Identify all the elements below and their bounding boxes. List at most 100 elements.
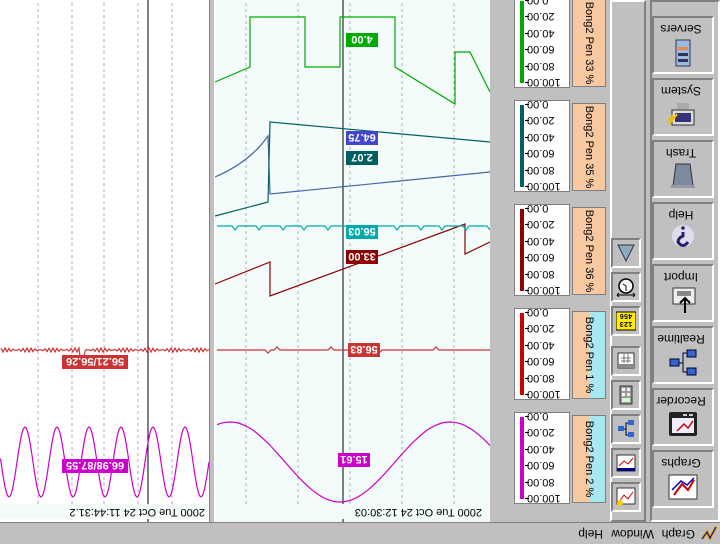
graph-window-icon [616,454,636,472]
trash-icon [671,163,695,188]
scale-tick-mark [525,377,529,379]
pen-scale: 100.00 80.00 60.00 40.00 20.00 0.00 [514,202,570,296]
launcher-system-button[interactable]: System [652,78,714,136]
scale-tick-mark [525,104,529,105]
scale-tick-label: 100.00 [527,388,561,400]
pen-name-label[interactable]: Bong2 Pen 35 % [572,103,606,191]
scale-tick-mark [525,49,529,51]
scale-tick-mark [525,136,529,138]
scale-tick-mark [525,273,529,275]
scale-tick-label: 20.00 [527,322,555,335]
menu-window[interactable]: Window [611,527,654,541]
menu-graph[interactable]: Graph [662,527,695,541]
scale-tick-label: 40.00 [527,442,555,455]
value-label-text: 56.03 [348,225,376,237]
trend-chart[interactable]: 15.61 56.83 33.00 56.03 2.07 64.75 4.00 66.98/8… [0,0,490,522]
pen-name: Bong2 Pen 1 % [583,316,595,394]
scale-tick-label: 20.00 [527,114,555,127]
launcher-label: System [661,84,702,98]
scale-tick-mark [525,394,529,395]
scale-tick-mark [525,240,529,242]
pen-name-label[interactable]: Bong2 Pen 2 % [572,415,606,503]
scale-tick-mark [525,416,529,417]
trend-chart-area[interactable]: 15.61 56.83 33.00 56.03 2.07 64.75 4.00 66.98/8… [0,0,490,522]
scale-tick-mark [525,186,529,187]
pen-card[interactable]: Bong2 Pen 1 % 100.00 80.00 60.00 40.00 20.00 0… [512,306,607,400]
value-label-text: 56.83 [350,343,378,355]
pen-card[interactable]: Bong2 Pen 2 % 100.00 80.00 60.00 40.00 20.00 0… [512,410,607,504]
scale-tick-mark [525,465,529,467]
launcher-label: Recorder [656,394,706,408]
scale-tick-label: 80.00 [527,163,555,176]
value-label-text: 64.75 [348,131,376,143]
scale-tick-label: 80.00 [527,59,555,72]
launcher-realtime-button[interactable]: Realtime [652,326,714,384]
pen-scale-area: Bong2 Pen 2 % 100.00 80.00 60.00 40.00 20.00 0… [490,0,608,522]
launcher-label: Realtime [657,332,705,346]
cone-icon [617,244,635,263]
scale-tick-mark [525,16,529,18]
scale-tick-mark [525,448,529,450]
tool-new-graph-button[interactable] [611,482,641,512]
tool-timespan-button[interactable] [611,272,641,302]
tool-cone-button[interactable] [611,238,641,268]
pen-scale: 100.00 80.00 60.00 40.00 20.00 0.00 [514,306,570,400]
value-label-text: 2.07 [351,151,372,163]
launcher-label: Graphs [661,456,701,470]
scale-tick-mark [525,481,529,483]
scale-tick-mark [525,120,529,122]
scale-tick-label: 100.00 [527,76,561,88]
menu-help[interactable]: Help [578,527,603,541]
pen-card[interactable]: Bong2 Pen 35 % 100.00 80.00 60.00 40.00 20.00… [512,98,607,192]
trend-app-icon[interactable] [700,524,718,542]
tool-graph-window-button[interactable] [611,448,641,478]
scale-tick-label: 80.00 [527,371,555,384]
launcher-graphs-button[interactable]: Graphs [652,450,714,508]
server-icon [675,39,691,67]
scale-tick-label: 100.00 [527,180,561,192]
value-label-text: 56.21/56.26 [66,355,124,367]
scale-tick-mark [525,32,529,34]
launcher-help-button[interactable]: Help [652,202,714,260]
launcher-trash-button[interactable]: Trash [652,140,714,198]
network-nodes-icon [669,349,697,376]
tool-calculator-button[interactable] [611,380,641,410]
launcher-servers-button[interactable]: Servers [652,16,714,74]
pen-name-label[interactable]: Bong2 Pen 33 % [572,0,606,87]
pen-color-bar [520,105,524,187]
launcher-panel: Graphs Recorder Realtime Import Help Trash Sys… [650,0,720,522]
scale-tick-label: 20.00 [527,10,555,23]
scale-tick-label: 100.00 [527,492,561,504]
scale-tick-label: 80.00 [527,267,555,280]
value-label-text: 66.98/87.55 [66,459,124,471]
launcher-recorder-button[interactable]: Recorder [652,388,714,446]
scale-tick-mark [525,257,529,259]
scale-tick-label: 20.00 [527,218,555,231]
tool-digital-display-button[interactable]: 123 456 [611,306,641,336]
launcher-import-button[interactable]: Import [652,264,714,322]
scale-tick-mark [525,82,529,83]
flipped-window: Graph Window Help Graphs Recorder Realtime… [0,0,720,544]
pen-color-bar [520,1,524,83]
pen-name-label[interactable]: Bong2 Pen 36 % [572,207,606,295]
digital-display-icon: 123456 [616,311,636,331]
scale-tick-mark [525,169,529,171]
scale-tick-mark [525,498,529,499]
pen-card[interactable]: Bong2 Pen 33 % 100.00 80.00 60.00 40.00 20.00… [512,0,607,88]
scale-tick-label: 0.00 [527,202,549,214]
system-icon [668,103,695,126]
chart-splitter[interactable] [209,0,215,522]
tool-calendar-button[interactable] [611,346,641,376]
pen-card[interactable]: Bong2 Pen 36 % 100.00 80.00 60.00 40.00 20.00… [512,202,607,296]
svg-text:123: 123 [620,319,633,327]
scale-tick-label: 0.00 [527,306,549,318]
pen-color-bar [520,209,524,291]
scale-tick-label: 20.00 [527,426,555,439]
tool-network-button[interactable] [611,414,641,444]
scale-tick-label: 0.00 [527,410,549,422]
scale-tick-label: 0.00 [527,0,549,6]
scale-tick-mark [525,361,529,363]
pen-name-label[interactable]: Bong2 Pen 1 % [572,311,606,399]
pen-scale: 100.00 80.00 60.00 40.00 20.00 0.00 [514,0,570,88]
pen-scale: 100.00 80.00 60.00 40.00 20.00 0.00 [514,98,570,192]
